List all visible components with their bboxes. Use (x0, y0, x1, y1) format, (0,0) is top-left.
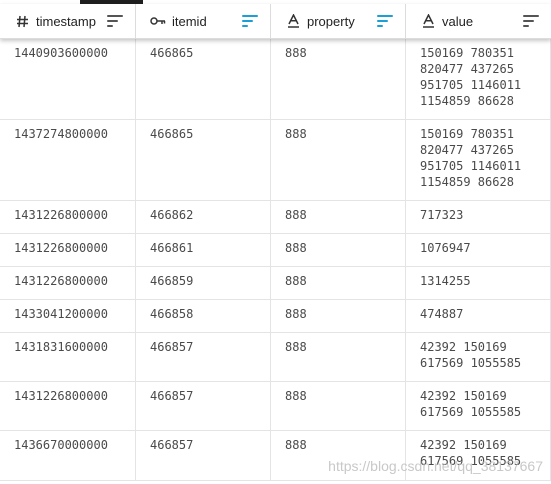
watermark: https://blog.csdn.net/qq_38137667 (328, 458, 543, 474)
table-header: timestamp itemid property value (0, 4, 551, 39)
cell-timestamp[interactable]: 1431226800000 (0, 234, 136, 266)
table-row[interactable]: 1431831600000 466857 888 42392 150169 61… (0, 333, 551, 382)
column-header-timestamp[interactable]: timestamp (0, 4, 136, 38)
cell-value[interactable]: 42392 150169 617569 1055585 (406, 382, 551, 430)
table-row[interactable]: 1440903600000 466865 888 150169 780351 8… (0, 39, 551, 120)
table-row[interactable]: 1437274800000 466865 888 150169 780351 8… (0, 120, 551, 201)
column-label: property (307, 13, 355, 29)
cell-timestamp[interactable]: 1431831600000 (0, 333, 136, 381)
text-a-icon (285, 14, 301, 28)
cell-property[interactable]: 888 (271, 120, 406, 200)
column-label: value (442, 13, 474, 29)
table-row[interactable]: 1431226800000 466861 888 1076947 (0, 234, 551, 267)
sort-icon[interactable] (107, 15, 123, 27)
cell-itemid[interactable]: 466858 (136, 300, 271, 332)
cell-value[interactable]: 150169 780351 820477 437265 951705 11460… (406, 39, 551, 119)
cell-itemid[interactable]: 466857 (136, 333, 271, 381)
table-row[interactable]: 1431226800000 466857 888 42392 150169 61… (0, 382, 551, 431)
cell-value[interactable]: 717323 (406, 201, 551, 233)
cell-timestamp[interactable]: 1436670000000 (0, 431, 136, 480)
cell-value[interactable]: 42392 150169 617569 1055585 (406, 333, 551, 381)
sort-icon[interactable] (242, 15, 258, 27)
table-row[interactable]: 1431226800000 466862 888 717323 (0, 201, 551, 234)
table-row[interactable]: 1433041200000 466858 888 474887 (0, 300, 551, 333)
cell-value[interactable]: 1314255 (406, 267, 551, 299)
cell-property[interactable]: 888 (271, 39, 406, 119)
cell-property[interactable]: 888 (271, 382, 406, 430)
key-icon (150, 14, 166, 28)
cell-value[interactable]: 1076947 (406, 234, 551, 266)
cell-property[interactable]: 888 (271, 300, 406, 332)
cell-value[interactable]: 474887 (406, 300, 551, 332)
column-label: itemid (172, 13, 207, 29)
cell-property[interactable]: 888 (271, 234, 406, 266)
column-label: timestamp (36, 13, 96, 29)
cell-itemid[interactable]: 466862 (136, 201, 271, 233)
cell-itemid[interactable]: 466865 (136, 39, 271, 119)
cell-timestamp[interactable]: 1437274800000 (0, 120, 136, 200)
cell-value[interactable]: 150169 780351 820477 437265 951705 11460… (406, 120, 551, 200)
hash-icon (14, 14, 30, 28)
cell-property[interactable]: 888 (271, 201, 406, 233)
column-header-property[interactable]: property (271, 4, 406, 38)
cell-timestamp[interactable]: 1431226800000 (0, 201, 136, 233)
text-a-icon (420, 14, 436, 28)
cell-itemid[interactable]: 466861 (136, 234, 271, 266)
cell-itemid[interactable]: 466857 (136, 431, 271, 480)
cell-timestamp[interactable]: 1431226800000 (0, 267, 136, 299)
cell-itemid[interactable]: 466865 (136, 120, 271, 200)
column-header-value[interactable]: value (406, 4, 551, 38)
cell-property[interactable]: 888 (271, 267, 406, 299)
cell-itemid[interactable]: 466857 (136, 382, 271, 430)
table-row[interactable]: 1431226800000 466859 888 1314255 (0, 267, 551, 300)
cell-itemid[interactable]: 466859 (136, 267, 271, 299)
column-header-itemid[interactable]: itemid (136, 4, 271, 38)
table-body: 1440903600000 466865 888 150169 780351 8… (0, 39, 551, 481)
sort-icon[interactable] (523, 15, 539, 27)
cell-timestamp[interactable]: 1440903600000 (0, 39, 136, 119)
cell-timestamp[interactable]: 1433041200000 (0, 300, 136, 332)
sort-icon[interactable] (377, 15, 393, 27)
cell-timestamp[interactable]: 1431226800000 (0, 382, 136, 430)
cell-property[interactable]: 888 (271, 333, 406, 381)
